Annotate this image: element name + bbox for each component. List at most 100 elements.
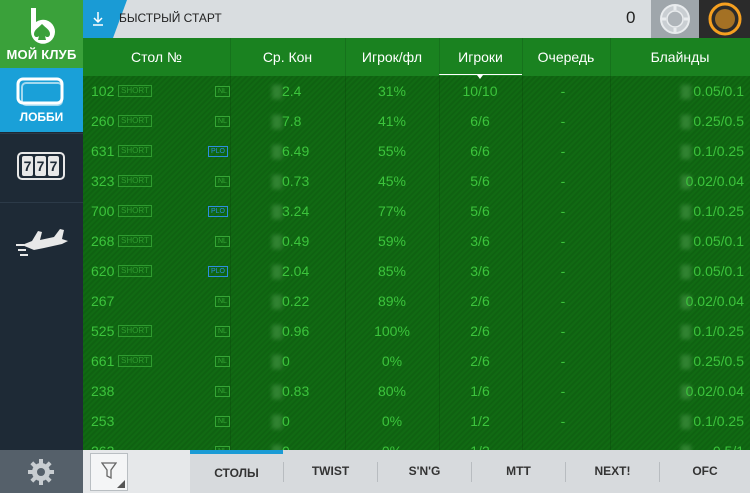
column-header-queue[interactable]: Очередь [522,38,610,76]
currency-icon [272,385,282,399]
format-badge: NL [215,416,230,427]
table-number: 631 [91,143,115,159]
download-arrow-icon [93,12,103,26]
short-badge: SHORT [118,145,152,157]
table-number: 238 [91,383,115,399]
avg-pot: 3.24 [282,203,310,219]
avatar-icon [708,2,742,36]
lobby-button[interactable]: ЛОББИ [0,68,90,132]
queue: - [560,323,566,339]
tab-ofc[interactable]: OFC [660,450,750,493]
table-row[interactable]: 525 SHORT NL 0.96 100% 2/6 - 0.1/0.25 [83,316,750,346]
blinds: 0.1/0.25 [693,203,744,219]
my-club-button[interactable]: МОЙ КЛУБ [0,0,83,68]
sidebar: МОЙ КЛУБ ЛОББИ 7 7 7 [0,0,90,493]
svg-text:7: 7 [37,158,45,174]
currency-icon [272,175,282,189]
currency-icon [272,415,282,429]
table-row[interactable]: 263NL00%1/2-0.5/1 [83,436,750,450]
currency-icon [681,115,691,129]
tab-mtt[interactable]: MTT [472,450,565,493]
table-row[interactable]: 323 SHORT NL 0.73 45% 5/6 - 0.02/0.04 [83,166,750,196]
players-per-flop: 31% [377,83,407,99]
table-row[interactable]: 661 SHORT NL 0 0% 2/6 - 0.25/0.5 [83,346,750,376]
column-header-table-number[interactable]: Стол № [83,38,230,76]
table-number: 102 [91,83,115,99]
queue: - [560,83,566,99]
currency-icon [272,205,282,219]
slots-button[interactable]: 7 7 7 [0,133,83,202]
short-badge: SHORT [118,235,152,247]
players-count: 1/2 [440,443,520,450]
tab-twist[interactable]: TWIST [284,450,377,493]
format-badge: NL [215,386,230,397]
queue: - [560,113,566,129]
currency-icon [681,145,691,159]
column-header-blinds[interactable]: Блайнды [610,38,750,76]
currency-icon [272,85,282,99]
column-header-players-flop[interactable]: Игрок/фл [345,38,439,76]
avg-pot: 0.83 [282,383,310,399]
table-row[interactable]: 238 NL 0.83 80% 1/6 - 0.02/0.04 [83,376,750,406]
queue: - [560,173,566,189]
blinds: 0.5/1 [713,443,744,450]
table-row[interactable]: 631 SHORT PLO 6.49 55% 6/6 - 0.1/0.25 [83,136,750,166]
currency-icon [681,265,691,279]
format-badge: PLO [208,206,229,217]
filter-button[interactable] [90,453,128,491]
column-header-players[interactable]: Игроки [439,38,522,76]
table-number: 263 [91,443,114,450]
currency-icon [272,355,282,369]
top-bar: БЫСТРЫЙ СТАРТ 0 [83,0,750,38]
table-number: 700 [91,203,115,219]
avg-pot: 0 [282,413,290,429]
format-badge: NL [215,296,230,307]
table-number: 525 [91,323,115,339]
avg-pot: 0.73 [282,173,310,189]
tab-tables[interactable]: СТОЛЫ [190,450,283,493]
table-number: 260 [91,113,115,129]
game-type-tabs: СТОЛЫ TWIST S'N'G MTT NEXT! OFC [190,450,750,493]
tables-list: Стол № Ср. Кон Игрок/фл Игроки Очередь Б… [83,38,750,450]
avg-pot: 0.96 [282,323,310,339]
tab-next[interactable]: NEXT! [566,450,659,493]
players-per-flop: 85% [377,263,407,279]
queue: - [560,233,566,249]
queue: - [560,353,566,369]
quick-start-button[interactable] [83,0,113,38]
table-row[interactable]: 620 SHORT PLO 2.04 85% 3/6 - 0.05/0.1 [83,256,750,286]
lobby-cards-icon [16,77,64,106]
quick-start-label[interactable]: БЫСТРЫЙ СТАРТ [119,11,222,25]
queue: - [560,293,566,309]
queue: - [560,383,566,399]
blinds: 0.1/0.25 [693,323,744,339]
table-row[interactable]: 260 SHORT NL 7.8 41% 6/6 - 0.25/0.5 [83,106,750,136]
svg-text:7: 7 [24,158,32,174]
aviator-game-button[interactable] [0,202,83,276]
settings-button[interactable] [0,450,83,493]
players-count: 2/6 [470,293,490,309]
avatar[interactable] [699,0,750,38]
players-count: 3/6 [470,233,490,249]
table-row[interactable]: 253 NL 0 0% 1/2 - 0.1/0.25 [83,406,750,436]
table-row[interactable]: 700 SHORT PLO 3.24 77% 5/6 - 0.1/0.25 [83,196,750,226]
currency-icon [681,415,691,429]
slots-777-icon: 7 7 7 [17,152,65,180]
players-per-flop: 77% [377,203,407,219]
currency-icon [681,355,691,369]
table-row[interactable]: 267 NL 0.22 89% 2/6 - 0.02/0.04 [83,286,750,316]
blinds: 0.25/0.5 [693,113,744,129]
chips-button[interactable] [651,0,699,38]
avg-pot: 0.49 [282,233,310,249]
short-badge: SHORT [118,85,152,97]
table-row[interactable]: 102 SHORT NL 2.4 31% 10/10 - 0.05/0.1 [83,76,750,106]
table-row[interactable]: 268 SHORT NL 0.49 59% 3/6 - 0.05/0.1 [83,226,750,256]
format-badge: NL [215,326,230,337]
players-per-flop: 0% [352,443,432,450]
avg-pot: 0 [282,443,290,450]
tab-sng[interactable]: S'N'G [378,450,471,493]
table-number: 267 [91,293,115,309]
avg-pot: 0.22 [282,293,310,309]
column-header-avg-pot[interactable]: Ср. Кон [230,38,345,76]
lobby-label: ЛОББИ [19,110,64,124]
